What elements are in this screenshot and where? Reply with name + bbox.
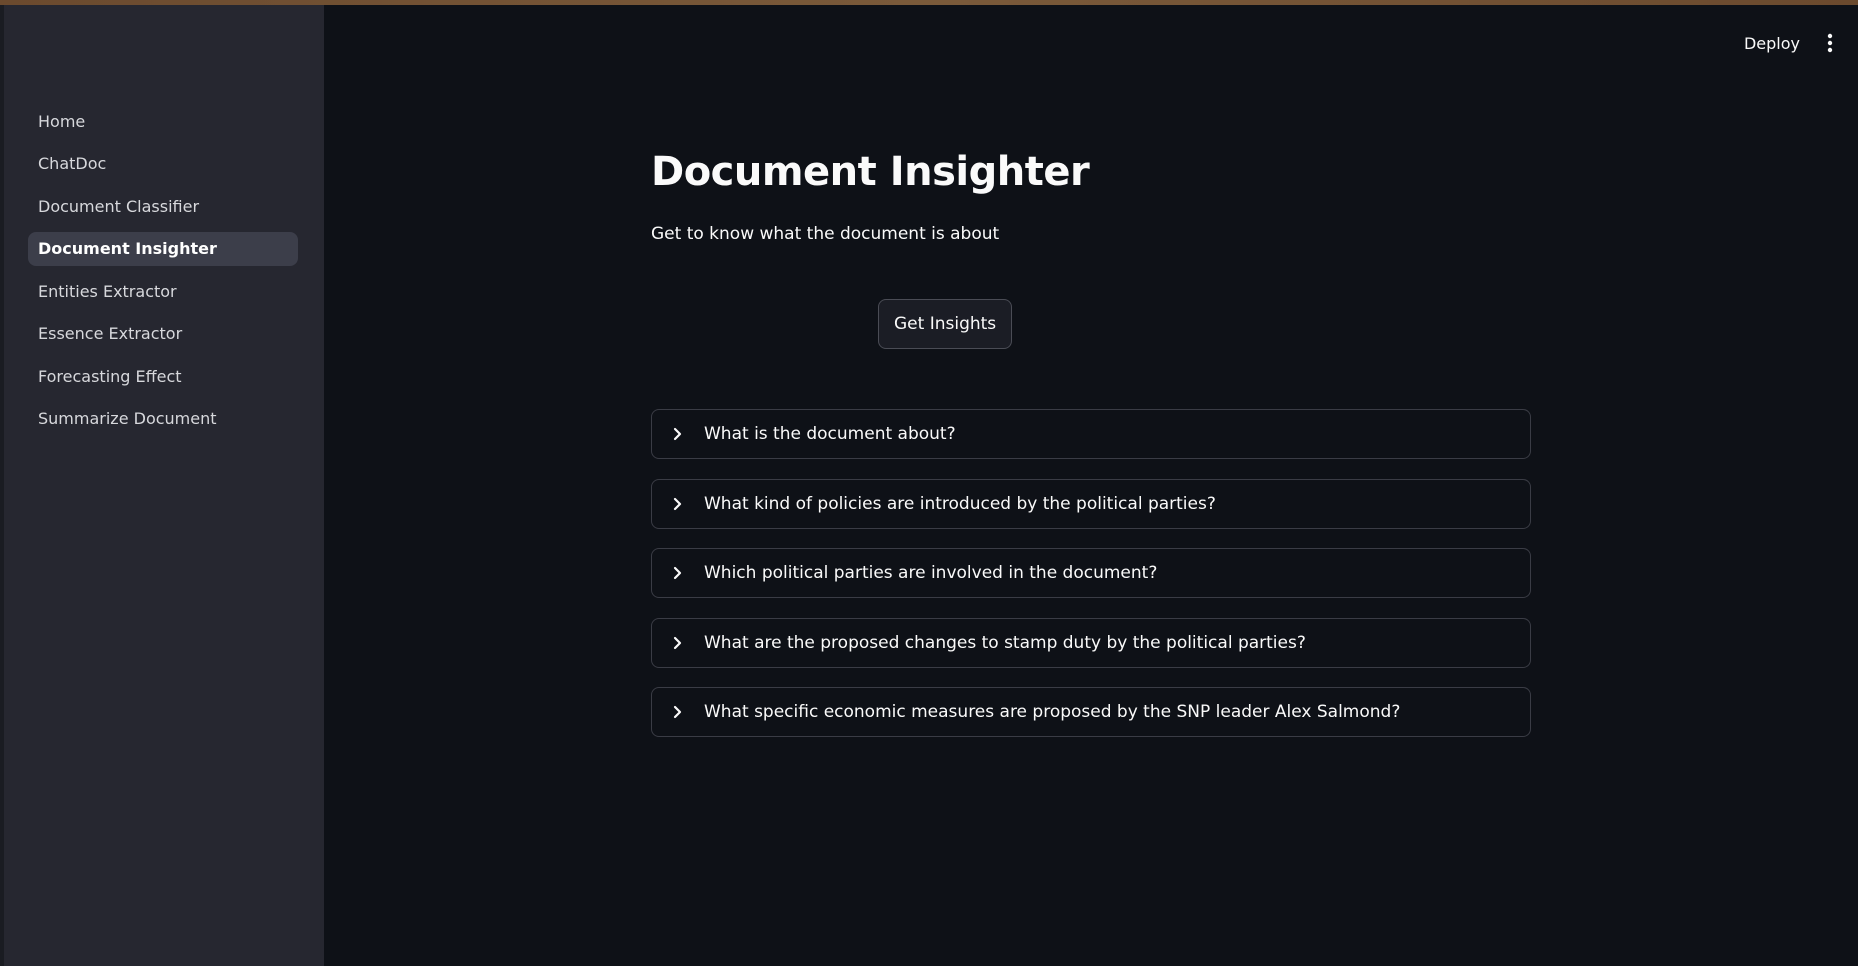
sidebar-item-entities-extractor[interactable]: Entities Extractor <box>28 274 298 308</box>
expander-parties[interactable]: Which political parties are involved in … <box>651 548 1531 598</box>
expander-label: What is the document about? <box>704 424 956 444</box>
sidebar-item-summarize-document[interactable]: Summarize Document <box>28 402 298 436</box>
chevron-right-icon <box>670 635 686 651</box>
main-content: Document Insighter Get to know what the … <box>651 140 1531 757</box>
chevron-right-icon <box>670 565 686 581</box>
chevron-right-icon <box>670 426 686 442</box>
chevron-right-icon <box>670 496 686 512</box>
page-subtitle: Get to know what the document is about <box>651 224 1000 244</box>
sidebar: Home ChatDoc Document Classifier Documen… <box>4 5 324 966</box>
expander-document-about[interactable]: What is the document about? <box>651 409 1531 459</box>
expander-label: What are the proposed changes to stamp d… <box>704 632 1306 653</box>
chevron-right-icon <box>670 704 686 720</box>
header-actions: Deploy <box>1744 30 1838 56</box>
expander-label: What specific economic measures are prop… <box>704 702 1401 722</box>
sidebar-item-chatdoc[interactable]: ChatDoc <box>28 147 298 181</box>
sidebar-item-document-insighter[interactable]: Document Insighter <box>28 231 298 266</box>
expander-economic-measures[interactable]: What specific economic measures are prop… <box>651 687 1531 737</box>
expander-list: What is the document about? What kind of… <box>651 409 1531 737</box>
sidebar-nav: Home ChatDoc Document Classifier Documen… <box>28 104 298 444</box>
expander-label: What kind of policies are introduced by … <box>704 493 1216 514</box>
deploy-button[interactable]: Deploy <box>1744 34 1800 53</box>
sidebar-item-document-classifier[interactable]: Document Classifier <box>28 189 298 223</box>
sidebar-item-home[interactable]: Home <box>28 104 298 138</box>
page-title: Document Insighter <box>651 149 1090 195</box>
expander-label: Which political parties are involved in … <box>704 563 1158 583</box>
kebab-menu-icon[interactable] <box>1822 30 1838 56</box>
sidebar-item-forecasting-effect[interactable]: Forecasting Effect <box>28 359 298 393</box>
sidebar-item-essence-extractor[interactable]: Essence Extractor <box>28 317 298 351</box>
expander-policies[interactable]: What kind of policies are introduced by … <box>651 478 1531 529</box>
button-row: Get Insights <box>651 299 1531 349</box>
get-insights-button[interactable]: Get Insights <box>878 299 1013 349</box>
expander-stamp-duty[interactable]: What are the proposed changes to stamp d… <box>651 617 1531 668</box>
